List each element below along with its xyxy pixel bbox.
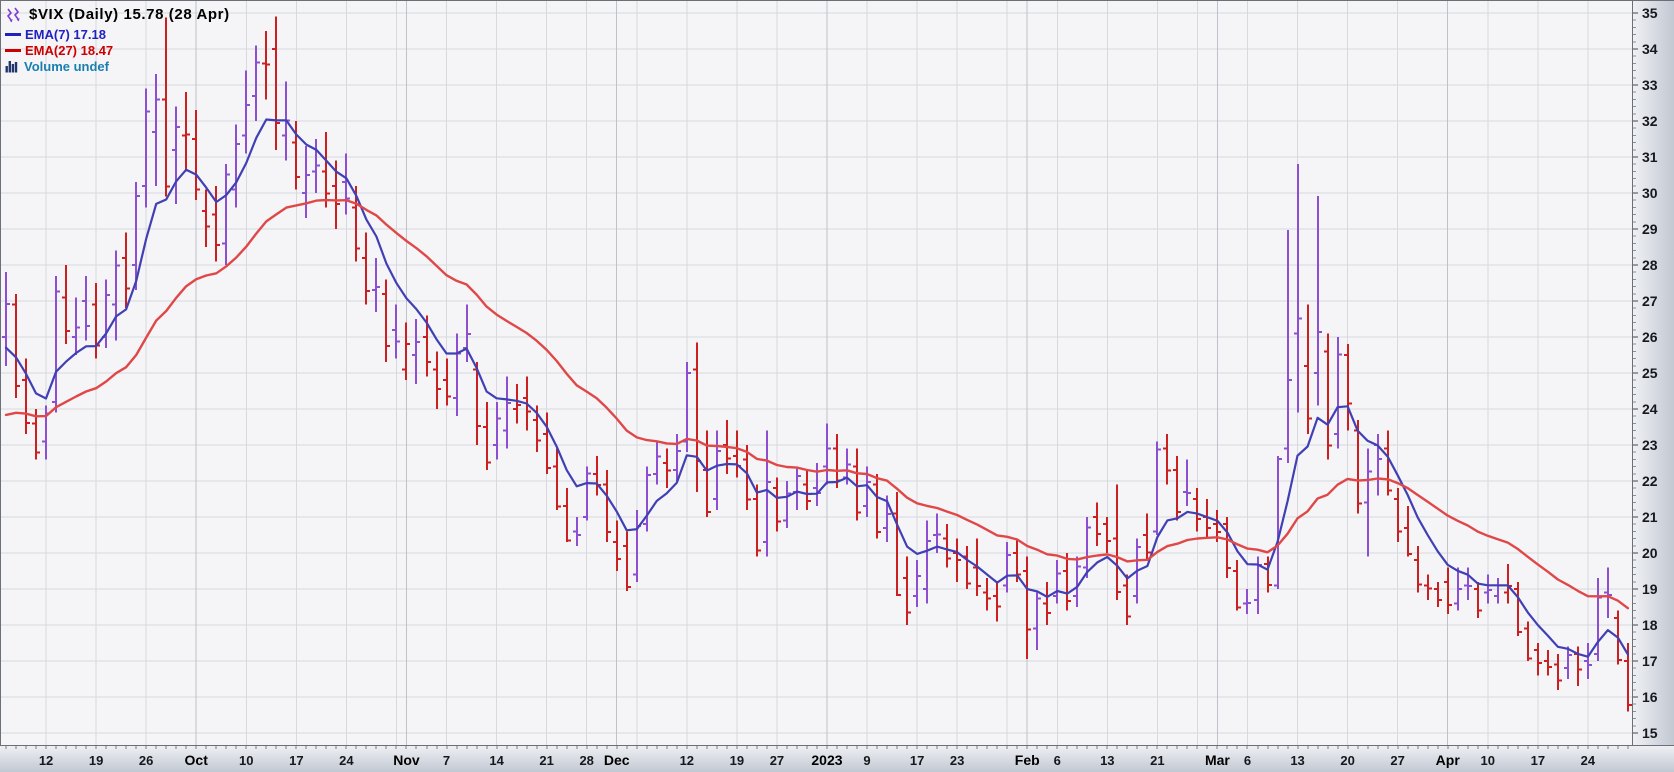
x-axis-label: Dec [604, 752, 630, 768]
x-axis-label: 17 [910, 753, 924, 768]
x-axis-label: 19 [730, 753, 744, 768]
ema7-swatch [5, 33, 21, 36]
x-axis-label: 26 [139, 753, 153, 768]
x-axis-label: 27 [1390, 753, 1404, 768]
x-axis-label: Oct [185, 752, 209, 768]
chart-title-row: $VIX (Daily) 15.78 (28 Apr) [5, 3, 230, 26]
x-axis-label: 12 [680, 753, 694, 768]
y-axis-label: 29 [1642, 221, 1658, 237]
legend-row-ema27: EMA(27) 18.47 [5, 42, 230, 58]
legend-row-ema7: EMA(7) 17.18 [5, 26, 230, 42]
y-axis-label: 19 [1642, 581, 1658, 597]
x-axis-label: 14 [489, 753, 504, 768]
y-axis-label: 20 [1642, 545, 1658, 561]
x-axis-label: 13 [1290, 753, 1304, 768]
y-axis-label: 30 [1642, 185, 1658, 201]
y-axis-label: 22 [1642, 473, 1658, 489]
y-axis-label: 23 [1642, 437, 1658, 453]
x-axis-label: 23 [950, 753, 964, 768]
y-axis-label: 33 [1642, 77, 1658, 93]
y-axis-label: 16 [1642, 689, 1658, 705]
x-axis-label: 13 [1100, 753, 1114, 768]
volume-bars-icon [5, 60, 20, 73]
x-axis-label: Nov [393, 752, 420, 768]
y-axis-label: 18 [1642, 617, 1658, 633]
x-axis-label: 6 [1244, 753, 1251, 768]
x-axis-label: Mar [1205, 752, 1230, 768]
y-axis-label: 15 [1642, 725, 1658, 741]
y-axis-label: 32 [1642, 113, 1658, 129]
x-axis-label: Apr [1436, 752, 1461, 768]
y-axis-label: 17 [1642, 653, 1658, 669]
ema27-swatch [5, 49, 21, 52]
y-axis-labels: 35 34 33 32 31 30 29 28 27 26 25 24 23 22 21 20 19 18 17 16… [1642, 5, 1658, 741]
vix-daily-chart-page: { "legend": { "title": "$VIX (Daily) 15.… [0, 0, 1674, 772]
volume-label: Volume undef [24, 59, 109, 74]
x-axis-label: 10 [1481, 753, 1495, 768]
ema7-label: EMA(7) 17.18 [25, 27, 106, 42]
legend-row-volume: Volume undef [5, 58, 230, 74]
y-axis-label: 26 [1642, 329, 1658, 345]
y-axis-label: 35 [1642, 5, 1658, 21]
x-axis-label: 27 [770, 753, 784, 768]
y-axis-label: 25 [1642, 365, 1658, 381]
x-axis-label: 21 [1150, 753, 1164, 768]
x-axis-label: 24 [1581, 753, 1596, 768]
x-axis-label: 19 [89, 753, 103, 768]
y-axis-label: 31 [1642, 149, 1658, 165]
y-axis-label: 28 [1642, 257, 1658, 273]
ema27-label: EMA(27) 18.47 [25, 43, 113, 58]
horizontal-gridlines [0, 13, 1632, 733]
x-axis-label: 9 [863, 753, 870, 768]
x-axis-label: 10 [239, 753, 253, 768]
x-axis-label: 20 [1340, 753, 1354, 768]
x-axis-label: 6 [1054, 753, 1061, 768]
chart-legend: $VIX (Daily) 15.78 (28 Apr) EMA(7) 17.18… [5, 3, 230, 74]
y-axis-label: 34 [1642, 41, 1658, 57]
y-axis-label: 21 [1642, 509, 1658, 525]
x-axis-label: 21 [539, 753, 553, 768]
y-axis-label: 24 [1642, 401, 1658, 417]
y-axis-label: 27 [1642, 293, 1658, 309]
x-axis-label: 24 [339, 753, 354, 768]
x-axis-label: 17 [289, 753, 303, 768]
x-axis-label: 12 [39, 753, 53, 768]
x-axis-label: Feb [1015, 752, 1040, 768]
price-chart: 35 34 33 32 31 30 29 28 27 26 25 24 23 22 21 20 19 18 17 16… [0, 0, 1674, 772]
x-axis-label: 28 [579, 753, 593, 768]
y-axis-ticks [1633, 13, 1638, 733]
x-axis-label: 7 [443, 753, 450, 768]
x-axis-label: 2023 [811, 752, 842, 768]
sharpchart-icon [5, 7, 24, 23]
chart-title: $VIX (Daily) 15.78 (28 Apr) [29, 6, 230, 23]
x-axis-label: 17 [1531, 753, 1545, 768]
